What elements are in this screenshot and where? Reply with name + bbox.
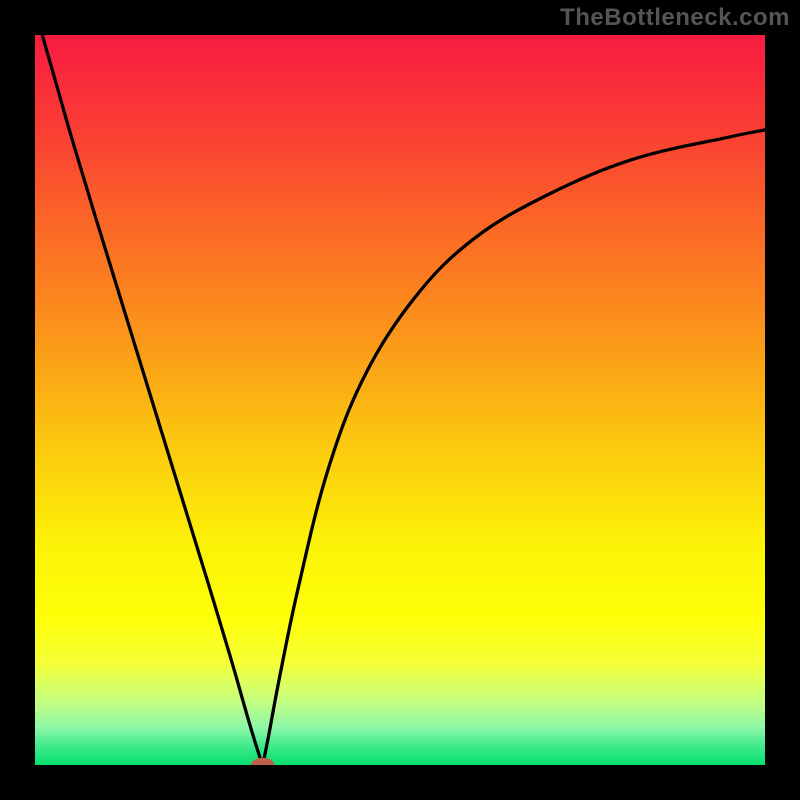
plot-area xyxy=(35,35,765,765)
chart-frame: TheBottleneck.com xyxy=(0,0,800,800)
gradient-bg xyxy=(35,35,765,765)
watermark-text: TheBottleneck.com xyxy=(560,4,790,32)
chart-svg xyxy=(35,35,765,765)
